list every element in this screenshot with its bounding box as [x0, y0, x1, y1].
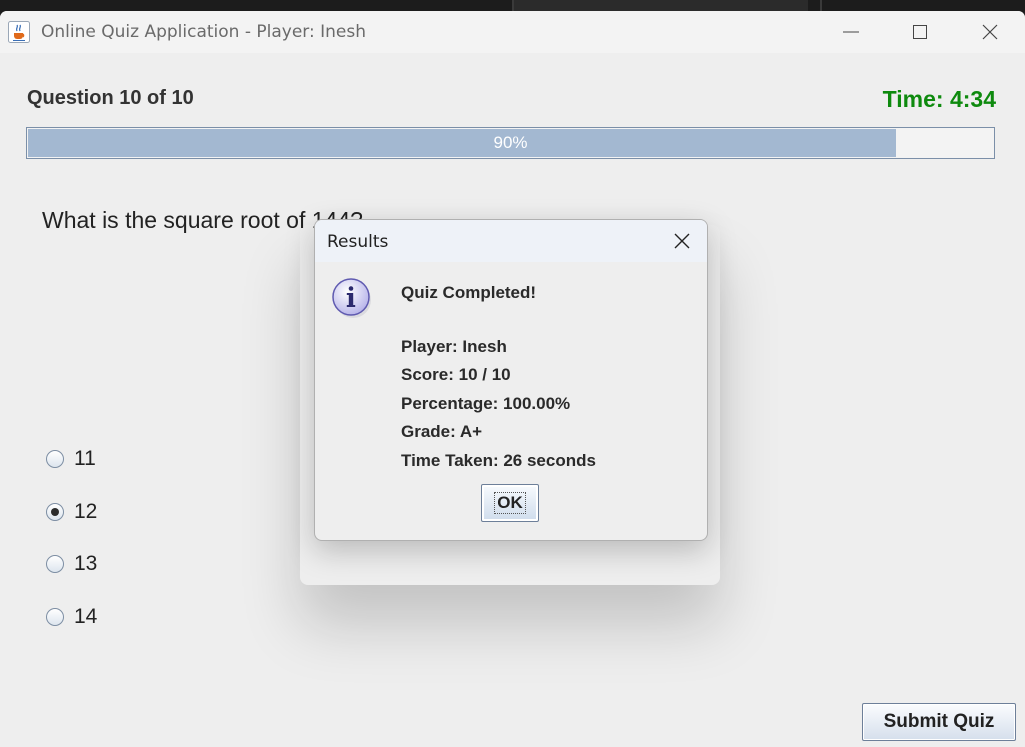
minimize-icon	[843, 31, 859, 33]
progress-percent-label: 90%	[493, 133, 528, 152]
window-titlebar[interactable]: Online Quiz Application - Player: Inesh	[0, 11, 1025, 53]
ok-button-label: OK	[494, 492, 526, 514]
option-label: 13	[74, 552, 98, 575]
close-icon	[982, 24, 998, 40]
submit-quiz-button[interactable]: Submit Quiz	[862, 703, 1016, 741]
radio-button[interactable]	[46, 450, 64, 468]
result-percentage: Percentage: 100.00%	[401, 394, 571, 413]
ok-button[interactable]: OK	[481, 484, 539, 522]
option-label: 11	[74, 447, 96, 470]
radio-button[interactable]	[46, 608, 64, 626]
option-14[interactable]: 14	[46, 604, 97, 630]
option-label: 12	[74, 500, 98, 523]
result-grade: Grade: A+	[401, 422, 483, 441]
option-11[interactable]: 11	[46, 446, 96, 472]
result-time-taken: Time Taken: 26 seconds	[401, 451, 596, 470]
java-cup-icon	[8, 21, 30, 43]
dialog-close-button[interactable]	[663, 224, 701, 258]
radio-button-selected[interactable]	[46, 503, 64, 521]
results-dialog: Results Quiz Completed! Player: Inesh Sc…	[314, 219, 708, 541]
maximize-button[interactable]	[897, 11, 943, 53]
option-12[interactable]: 12	[46, 499, 97, 525]
question-counter: Question 10 of 10	[27, 87, 194, 109]
window-close-button[interactable]	[967, 11, 1013, 53]
window-title: Online Quiz Application - Player: Inesh	[41, 22, 366, 42]
option-13[interactable]: 13	[46, 551, 97, 577]
info-icon	[331, 277, 373, 321]
option-label: 14	[74, 605, 98, 628]
minimize-button[interactable]	[828, 11, 874, 53]
dialog-title: Results	[327, 232, 389, 252]
result-score: Score: 10 / 10	[401, 365, 511, 384]
maximize-icon	[913, 25, 927, 39]
dialog-heading: Quiz Completed!	[401, 283, 537, 302]
radio-button[interactable]	[46, 555, 64, 573]
timer-label: Time: 4:34	[882, 86, 996, 112]
dialog-titlebar[interactable]: Results	[315, 220, 707, 262]
result-player: Player: Inesh	[401, 337, 507, 356]
quiz-progress-bar: 90%	[26, 127, 995, 159]
quiz-window: Online Quiz Application - Player: Inesh …	[0, 11, 1025, 747]
close-icon	[674, 233, 690, 249]
